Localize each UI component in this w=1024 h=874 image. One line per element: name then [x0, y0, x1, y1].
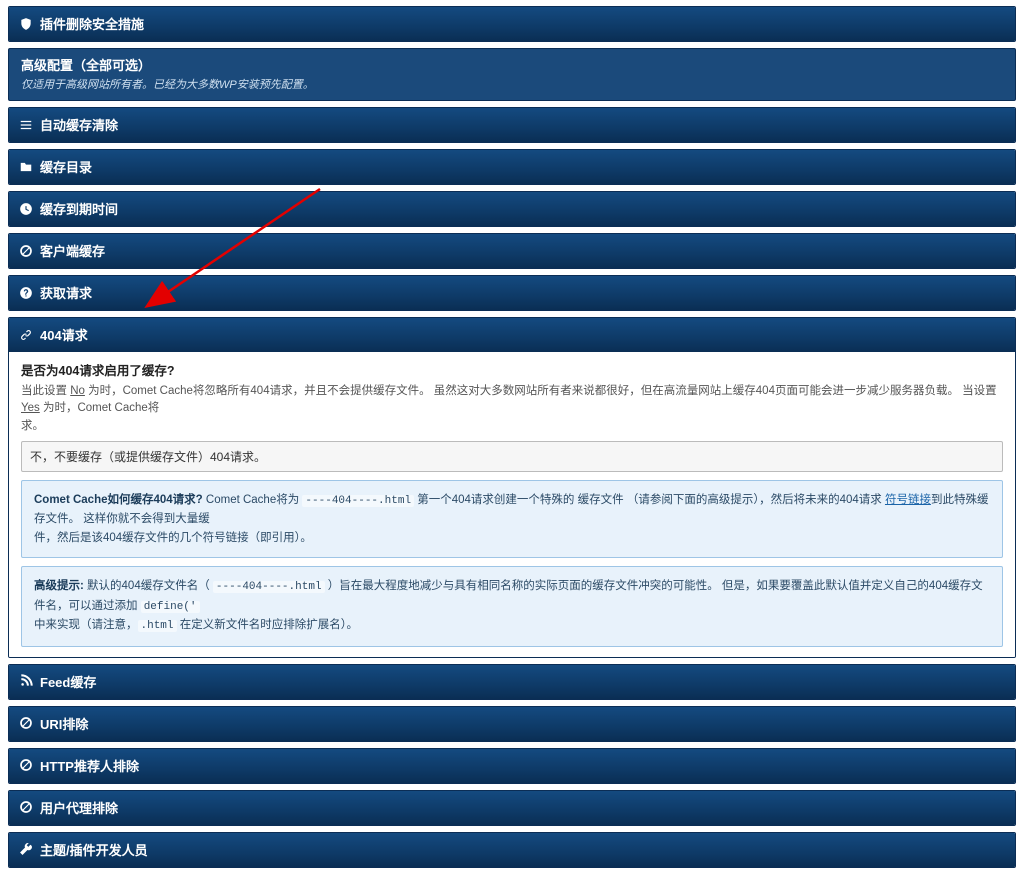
- question-icon: [19, 286, 33, 300]
- advanced-config-banner: 高级配置（全部可选） 仅适用于高级网站所有者。已经为大多数WP安装预先配置。: [8, 48, 1016, 101]
- section-feed-cache[interactable]: Feed缓存: [8, 664, 1016, 700]
- section-title: 自动缓存清除: [40, 115, 118, 134]
- section-cache-directory[interactable]: 缓存目录: [8, 149, 1016, 185]
- section-plugin-delete-safety[interactable]: 插件删除安全措施: [8, 6, 1016, 42]
- advanced-config-title: 高级配置（全部可选）: [21, 55, 1003, 74]
- shield-icon: [19, 17, 33, 31]
- select-current-value: 不，不要缓存（或提供缓存文件）404请求。: [30, 450, 266, 464]
- clock-icon: [19, 202, 33, 216]
- section-404-requests: 404请求 是否为404请求启用了缓存? 当此设置 No 为时，Comet Ca…: [8, 317, 1016, 658]
- broken-link-icon: [19, 328, 33, 342]
- section-theme-plugin-devs[interactable]: 主题/插件开发人员: [8, 832, 1016, 868]
- section-title: 主题/插件开发人员: [40, 840, 148, 859]
- section-title: 插件删除安全措施: [40, 14, 144, 33]
- folder-icon: [19, 160, 33, 174]
- list-icon: [19, 118, 33, 132]
- ban-icon: [19, 244, 33, 258]
- section-404-body: 是否为404请求启用了缓存? 当此设置 No 为时，Comet Cache将忽略…: [9, 352, 1015, 657]
- section-auto-cache-clear[interactable]: 自动缓存清除: [8, 107, 1016, 143]
- section-title: Feed缓存: [40, 672, 96, 691]
- section-title: URI排除: [40, 714, 88, 733]
- section-user-agent-exclude[interactable]: 用户代理排除: [8, 790, 1016, 826]
- ban-icon: [19, 716, 33, 730]
- section-cache-expiration[interactable]: 缓存到期时间: [8, 191, 1016, 227]
- section-http-referrer-exclude[interactable]: HTTP推荐人排除: [8, 748, 1016, 784]
- section-404-header[interactable]: 404请求: [9, 318, 1015, 352]
- section-fetch-requests[interactable]: 获取请求: [8, 275, 1016, 311]
- question-heading: 是否为404请求启用了缓存?: [21, 360, 1003, 379]
- ban-icon: [19, 758, 33, 772]
- section-title: 获取请求: [40, 283, 92, 302]
- section-title: 客户端缓存: [40, 241, 105, 260]
- cache-404-select[interactable]: 不，不要缓存（或提供缓存文件）404请求。: [21, 441, 1003, 472]
- info-how-cached: Comet Cache如何缓存404请求? Comet Cache将为 ----…: [21, 480, 1003, 558]
- section-uri-exclude[interactable]: URI排除: [8, 706, 1016, 742]
- section-title: HTTP推荐人排除: [40, 756, 139, 775]
- section-title: 缓存到期时间: [40, 199, 118, 218]
- advanced-config-subtitle: 仅适用于高级网站所有者。已经为大多数WP安装预先配置。: [21, 76, 1003, 92]
- rss-icon: [19, 674, 33, 688]
- ban-icon: [19, 800, 33, 814]
- question-description: 当此设置 No 为时，Comet Cache将忽略所有404请求，并且不会提供缓…: [21, 383, 1003, 435]
- symlink-link[interactable]: 符号链接: [885, 494, 931, 506]
- wrench-icon: [19, 842, 33, 856]
- section-client-cache[interactable]: 客户端缓存: [8, 233, 1016, 269]
- info-advanced-tip: 高级提示: 默认的404缓存文件名（ ----404----.html ）旨在最…: [21, 566, 1003, 647]
- section-title: 404请求: [40, 325, 88, 344]
- section-title: 用户代理排除: [40, 798, 118, 817]
- section-title: 缓存目录: [40, 157, 92, 176]
